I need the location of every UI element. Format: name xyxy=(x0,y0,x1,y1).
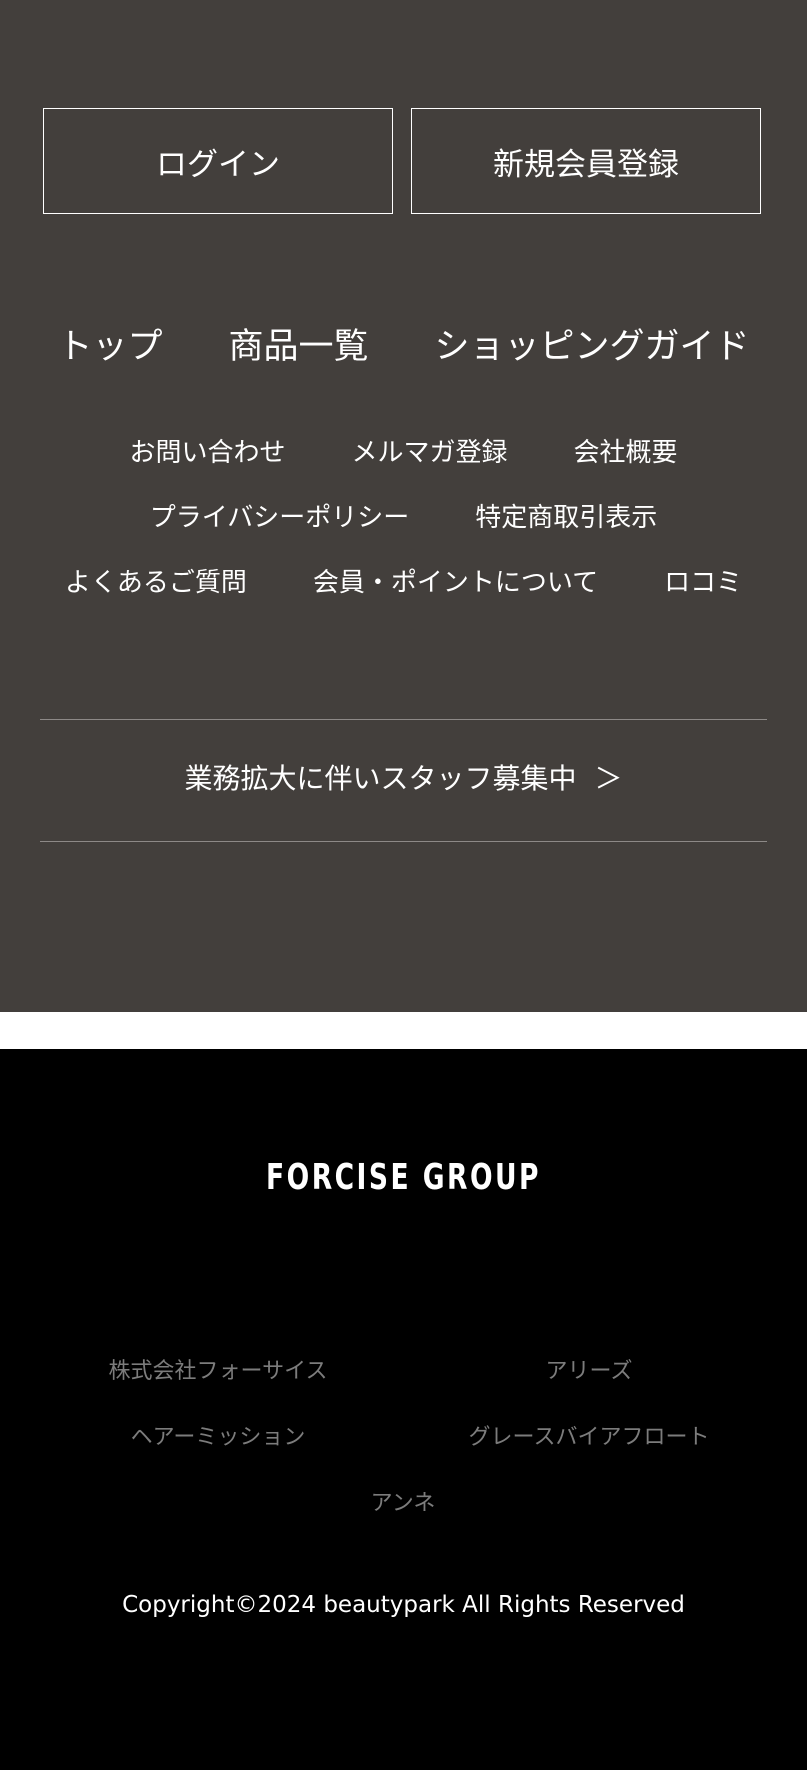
nav-link-company[interactable]: 会社概要 xyxy=(574,432,678,469)
nav-link-membership[interactable]: 会員・ポイントについて xyxy=(313,562,598,599)
main-nav: トップ 商品一覧 ショッピングガイド xyxy=(0,318,807,369)
group-company-link[interactable]: アリーズ xyxy=(399,1353,779,1385)
chevron-right-icon: ＞ xyxy=(594,762,623,795)
group-logo: FORCISE GROUP xyxy=(266,1157,541,1198)
recruit-link[interactable]: 業務拡大に伴いスタッフ募集中 ＞ xyxy=(0,757,807,797)
group-company-link[interactable]: グレースバイアフロート xyxy=(399,1419,779,1451)
divider-bottom xyxy=(40,841,767,842)
sub-nav-row-1: お問い合わせ メルマガ登録 会社概要 xyxy=(0,432,807,469)
sub-nav-row-3: よくあるご質問 会員・ポイントについて ロコミ xyxy=(0,562,807,599)
nav-link-contact[interactable]: お問い合わせ xyxy=(129,432,285,469)
login-button[interactable]: ログイン xyxy=(43,108,393,214)
footer-bottom-section: FORCISE GROUP 株式会社フォーサイス アリーズ ヘアーミッション グ… xyxy=(0,1049,807,1770)
divider-top xyxy=(40,719,767,720)
nav-link-reviews[interactable]: ロコミ xyxy=(664,562,742,599)
nav-link-newsletter[interactable]: メルマガ登録 xyxy=(351,432,507,469)
recruit-label: 業務拡大に伴いスタッフ募集中 xyxy=(184,762,577,795)
register-button[interactable]: 新規会員登録 xyxy=(411,108,761,214)
nav-link-privacy[interactable]: プライバシーポリシー xyxy=(150,497,409,534)
nav-link-shopping-guide[interactable]: ショッピングガイド xyxy=(435,318,750,369)
group-company-link[interactable]: アンネ xyxy=(213,1485,593,1517)
group-company-link[interactable]: ヘアーミッション xyxy=(28,1419,408,1451)
copyright-text: Copyright©2024 beautypark All Rights Res… xyxy=(122,1592,685,1618)
footer-top-section: ログイン 新規会員登録 トップ 商品一覧 ショッピングガイド お問い合わせ メル… xyxy=(0,0,807,1012)
group-company-link[interactable]: 株式会社フォーサイス xyxy=(28,1353,408,1385)
sub-nav-row-2: プライバシーポリシー 特定商取引表示 xyxy=(0,497,807,534)
nav-link-faq[interactable]: よくあるご質問 xyxy=(65,562,247,599)
nav-link-top[interactable]: トップ xyxy=(57,318,162,369)
nav-link-products[interactable]: 商品一覧 xyxy=(228,318,368,369)
nav-link-legal[interactable]: 特定商取引表示 xyxy=(475,497,657,534)
